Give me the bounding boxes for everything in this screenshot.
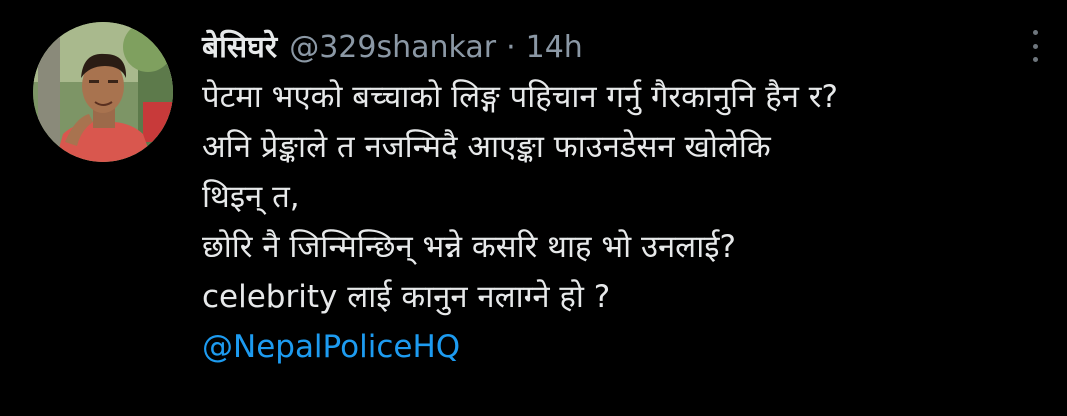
more-dot bbox=[1032, 43, 1038, 49]
avatar-image bbox=[33, 22, 173, 162]
tweet-timestamp[interactable]: 14h bbox=[526, 22, 583, 74]
tweet-text-line: पेटमा भएको बच्चाको लिङ्ग पहिचान गर्नु गै… bbox=[202, 79, 838, 115]
tweet-text-line: celebrity लाई कानुन नलाग्ने हो ? bbox=[202, 279, 611, 315]
avatar[interactable] bbox=[33, 22, 173, 162]
tweet-text-line: छोरि नै जिन्मिन्छिन् भन्ने कसरि थाह भो उ… bbox=[202, 229, 736, 265]
more-vertical-icon[interactable] bbox=[1025, 26, 1045, 66]
mention-link[interactable]: @NepalPoliceHQ bbox=[202, 322, 1042, 372]
tweet-text-line: अनि प्रेङ्काले त नजन्मिदै आएङ्का फाउनडेस… bbox=[202, 129, 771, 165]
separator-dot: · bbox=[506, 30, 516, 65]
more-dot bbox=[1032, 57, 1038, 62]
tweet-content: बेसिघरे @329shankar · 14h पेटमा भएको बच्… bbox=[202, 22, 1042, 372]
author-handle[interactable]: @329shankar bbox=[289, 22, 496, 74]
author-display-name[interactable]: बेसिघरे bbox=[202, 22, 277, 74]
tweet-text-line: थिइन् त, bbox=[202, 179, 300, 215]
tweet[interactable]: बेसिघरे @329shankar · 14h पेटमा भएको बच्… bbox=[0, 0, 1067, 416]
more-dot bbox=[1032, 30, 1038, 35]
tweet-text: पेटमा भएको बच्चाको लिङ्ग पहिचान गर्नु गै… bbox=[202, 72, 1042, 372]
tweet-header: बेसिघरे @329shankar · 14h bbox=[202, 22, 1042, 74]
